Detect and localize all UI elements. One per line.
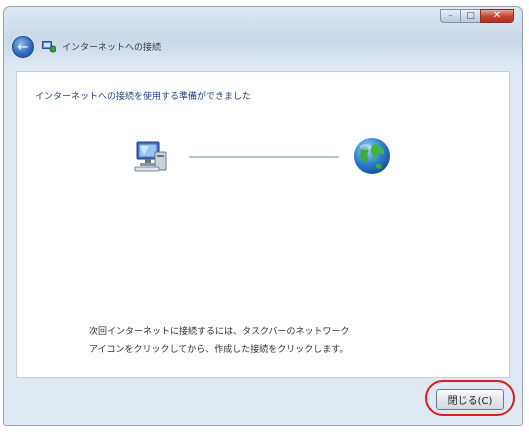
minimize-button[interactable]: – (440, 9, 460, 23)
back-button[interactable]: ← (12, 36, 34, 58)
computer-icon (134, 141, 167, 172)
wizard-icon (42, 41, 56, 53)
connection-line (189, 156, 339, 158)
wizard-nav-bar: ← インターネットへの接続 (4, 31, 522, 63)
caption-buttons: – □ ✕ (440, 9, 514, 23)
back-arrow-icon: ← (17, 39, 29, 55)
wizard-window: – □ ✕ ← インターネットへの接続 インターネットへの接続を使用する準備がで… (3, 6, 523, 426)
wizard-content: インターネットへの接続を使用する準備ができました 次回インターネットに接続するに… (16, 71, 510, 378)
globe-icon (354, 138, 390, 174)
maximize-button[interactable]: □ (460, 9, 480, 23)
close-wizard-button[interactable]: 閉じる(C) (436, 389, 504, 410)
close-button[interactable]: ✕ (480, 9, 514, 23)
instructions-line-2: アイコンをクリックしてから、作成した接続をクリックします。 (89, 345, 349, 355)
wizard-footer: 閉じる(C) (4, 380, 522, 425)
window-title: インターネットへの接続 (62, 43, 162, 53)
connection-diagram (17, 132, 509, 182)
instructions-text: 次回インターネットに接続するには、タスクバーのネットワーク アイコンをクリックし… (89, 323, 449, 359)
instructions-line-1: 次回インターネットに接続するには、タスクバーのネットワーク (89, 327, 350, 337)
page-heading: インターネットへの接続を使用する準備ができました (35, 92, 252, 102)
